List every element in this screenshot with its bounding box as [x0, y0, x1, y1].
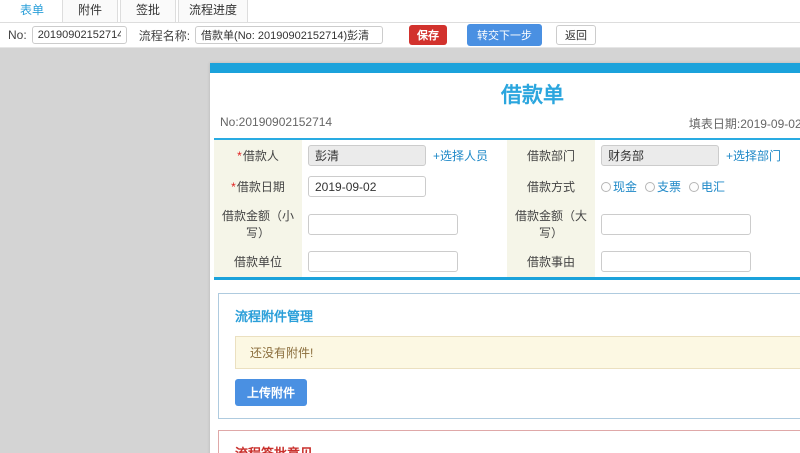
tab-attachment[interactable]: 附件: [62, 0, 118, 22]
no-label: No:: [8, 28, 27, 42]
tab-approval[interactable]: 签批: [120, 0, 176, 22]
loan-form-table: * 借款人 +选择人员 借款部门 +选择部门 * 借款日期: [214, 138, 800, 280]
flow-name-label: 流程名称:: [138, 28, 191, 43]
dept-label: 借款部门: [507, 140, 595, 171]
required-mark: *: [237, 148, 242, 163]
panel-top-accent-bar: [210, 63, 800, 73]
tab-form[interactable]: 表单: [4, 0, 60, 22]
loan-form-panel: 借款单 No:20190902152714 填表日期:2019-09-02 15…: [210, 63, 800, 453]
loan-method-radio-group: 现金 支票 电汇: [601, 178, 725, 195]
select-person-link[interactable]: +选择人员: [433, 147, 488, 164]
radio-cash[interactable]: 现金: [601, 178, 637, 195]
loan-reason-label: 借款事由: [507, 246, 595, 277]
loan-date-input[interactable]: [308, 176, 426, 197]
flow-name-input[interactable]: [195, 26, 384, 44]
amount-upper-input[interactable]: [601, 213, 751, 235]
attachment-section: 流程附件管理 还没有附件! 上传附件: [218, 293, 800, 419]
page-title: 借款单: [501, 84, 564, 107]
approval-section-title: 流程签批意见: [235, 443, 800, 453]
loan-date-label: * 借款日期: [214, 171, 302, 202]
loan-unit-input[interactable]: [308, 251, 458, 272]
radio-icon[interactable]: [601, 181, 611, 192]
no-input[interactable]: [31, 26, 127, 44]
next-step-button[interactable]: 转交下一步: [467, 24, 543, 46]
no-attachment-alert: 还没有附件!: [235, 336, 800, 369]
form-date-text: 填表日期:2019-09-02 15:27:1: [688, 117, 800, 131]
form-no-text: No:20190902152714: [220, 115, 333, 129]
radio-icon[interactable]: [645, 181, 656, 192]
dept-input[interactable]: [601, 145, 719, 166]
back-button[interactable]: 返回: [556, 25, 597, 45]
workspace: 借款单 No:20190902152714 填表日期:2019-09-02 15…: [0, 48, 800, 453]
command-bar: No: 流程名称: 保存 转交下一步 返回: [0, 23, 800, 48]
borrower-input[interactable]: [308, 145, 426, 166]
amount-lower-input[interactable]: [308, 213, 458, 235]
borrower-label: * 借款人: [214, 140, 302, 171]
amount-lower-label: 借款金额（小写）: [214, 202, 302, 246]
loan-unit-label: 借款单位: [214, 246, 302, 277]
approval-section: 流程签批意见 B I abc: [218, 430, 800, 453]
amount-upper-label: 借款金额（大写）: [507, 202, 595, 246]
tab-bar: 表单 附件 签批 流程进度: [0, 0, 800, 23]
loan-reason-input[interactable]: [601, 251, 751, 272]
tab-progress[interactable]: 流程进度: [178, 0, 249, 22]
loan-method-label: 借款方式: [507, 171, 595, 202]
radio-wire[interactable]: 电汇: [689, 178, 725, 195]
radio-icon[interactable]: [689, 181, 700, 192]
save-button[interactable]: 保存: [409, 25, 448, 45]
upload-attachment-button[interactable]: 上传附件: [235, 379, 308, 406]
radio-cheque[interactable]: 支票: [645, 178, 681, 195]
attachment-section-title: 流程附件管理: [235, 309, 314, 324]
select-dept-link[interactable]: +选择部门: [726, 147, 781, 164]
required-mark: *: [231, 179, 236, 194]
